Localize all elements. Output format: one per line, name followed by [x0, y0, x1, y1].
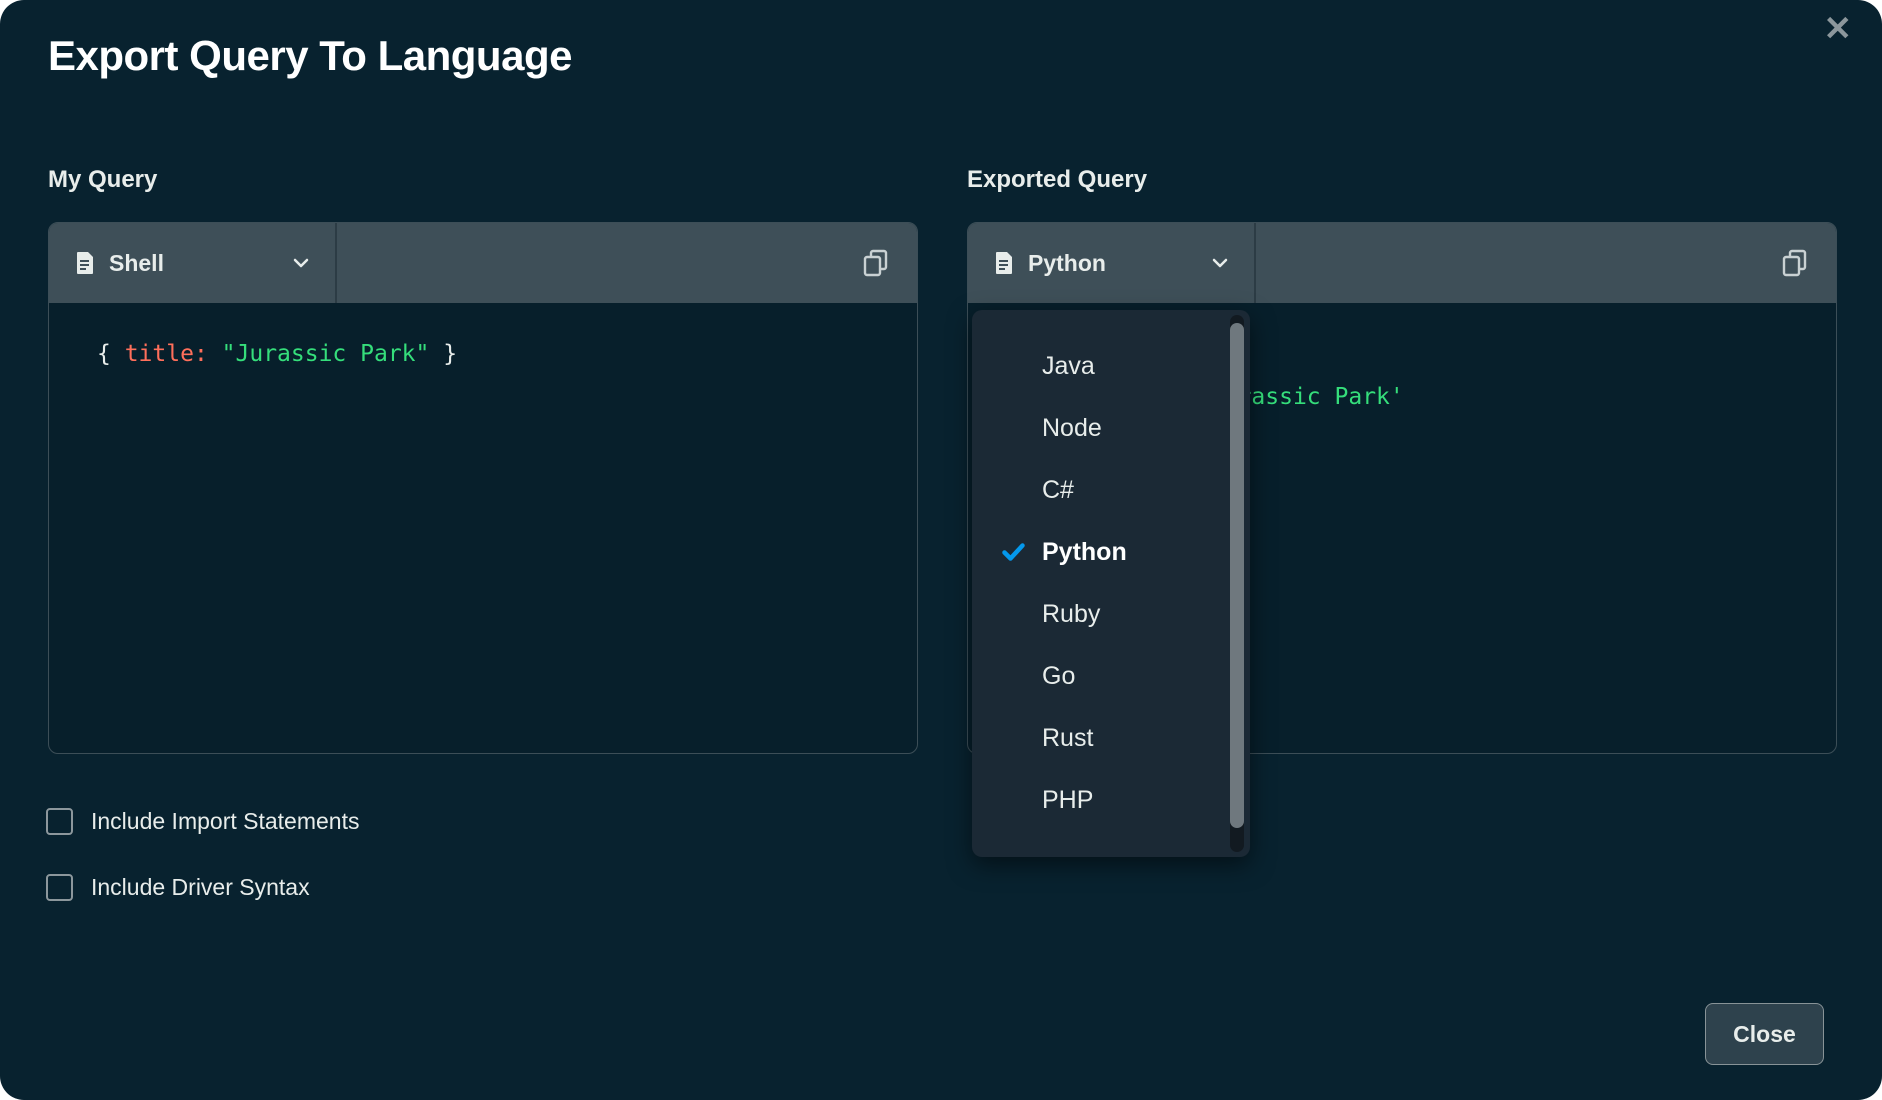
my-query-panel: Shell { title: "Jurassic Park" }: [48, 222, 918, 754]
menu-item-java[interactable]: Java: [972, 335, 1250, 397]
checkmark-icon: [1002, 543, 1025, 562]
menu-item-label: Ruby: [1042, 600, 1100, 629]
menu-item-label: Python: [1042, 538, 1127, 567]
option-include-import-statements[interactable]: Include Import Statements: [46, 808, 359, 835]
menu-item-label: C#: [1042, 476, 1074, 505]
copy-icon: [1780, 248, 1810, 278]
menu-item-label: Rust: [1042, 724, 1093, 753]
driver-syntax-checkbox: [46, 874, 73, 901]
copy-my-query-button[interactable]: [857, 244, 895, 282]
my-query-language-select[interactable]: Shell: [49, 223, 337, 303]
code-token: [208, 341, 222, 367]
code-token: title:: [125, 341, 208, 367]
menu-item-rust[interactable]: Rust: [972, 707, 1250, 769]
copy-exported-query-button[interactable]: [1776, 244, 1814, 282]
import-statements-checkbox: [46, 808, 73, 835]
exported-language-select[interactable]: Python: [968, 223, 1256, 303]
menu-item-label: Go: [1042, 662, 1075, 691]
file-icon: [75, 251, 95, 275]
option-label: Include Driver Syntax: [91, 874, 310, 901]
close-icon[interactable]: ✕: [1824, 12, 1853, 46]
chevron-down-icon: [1212, 258, 1228, 268]
close-button[interactable]: Close: [1705, 1003, 1824, 1065]
menu-item-go[interactable]: Go: [972, 645, 1250, 707]
exported-query-label: Exported Query: [967, 166, 1147, 194]
copy-icon: [861, 248, 891, 278]
file-icon: [994, 251, 1014, 275]
menu-item-label: Node: [1042, 414, 1102, 443]
my-query-toolbar: Shell: [49, 223, 917, 303]
menu-item-label: PHP: [1042, 786, 1093, 815]
exported-query-toolbar: Python: [968, 223, 1836, 303]
menu-item-label: Java: [1042, 352, 1095, 381]
code-token: {: [97, 341, 125, 367]
menu-item-node[interactable]: Node: [972, 397, 1250, 459]
code-token: }: [429, 341, 457, 367]
my-query-language-label: Shell: [109, 250, 164, 277]
my-query-label: My Query: [48, 166, 157, 194]
language-menu: Java Node C# Python Ruby Go Rust PHP: [972, 310, 1250, 857]
menu-scrollbar-thumb[interactable]: [1230, 323, 1244, 828]
menu-item-csharp[interactable]: C#: [972, 459, 1250, 521]
menu-scrollbar[interactable]: [1230, 315, 1244, 852]
option-label: Include Import Statements: [91, 808, 359, 835]
chevron-down-icon: [293, 258, 309, 268]
exported-language-label: Python: [1028, 250, 1106, 277]
code-token: "Jurassic Park": [222, 341, 430, 367]
option-include-driver-syntax[interactable]: Include Driver Syntax: [46, 874, 310, 901]
menu-item-php[interactable]: PHP: [972, 769, 1250, 831]
page-title: Export Query To Language: [48, 32, 572, 80]
my-query-code[interactable]: { title: "Jurassic Park" }: [49, 303, 917, 376]
menu-item-ruby[interactable]: Ruby: [972, 583, 1250, 645]
export-query-modal: Export Query To Language ✕ My Query Shel…: [0, 0, 1882, 1100]
menu-item-python[interactable]: Python: [972, 521, 1250, 583]
